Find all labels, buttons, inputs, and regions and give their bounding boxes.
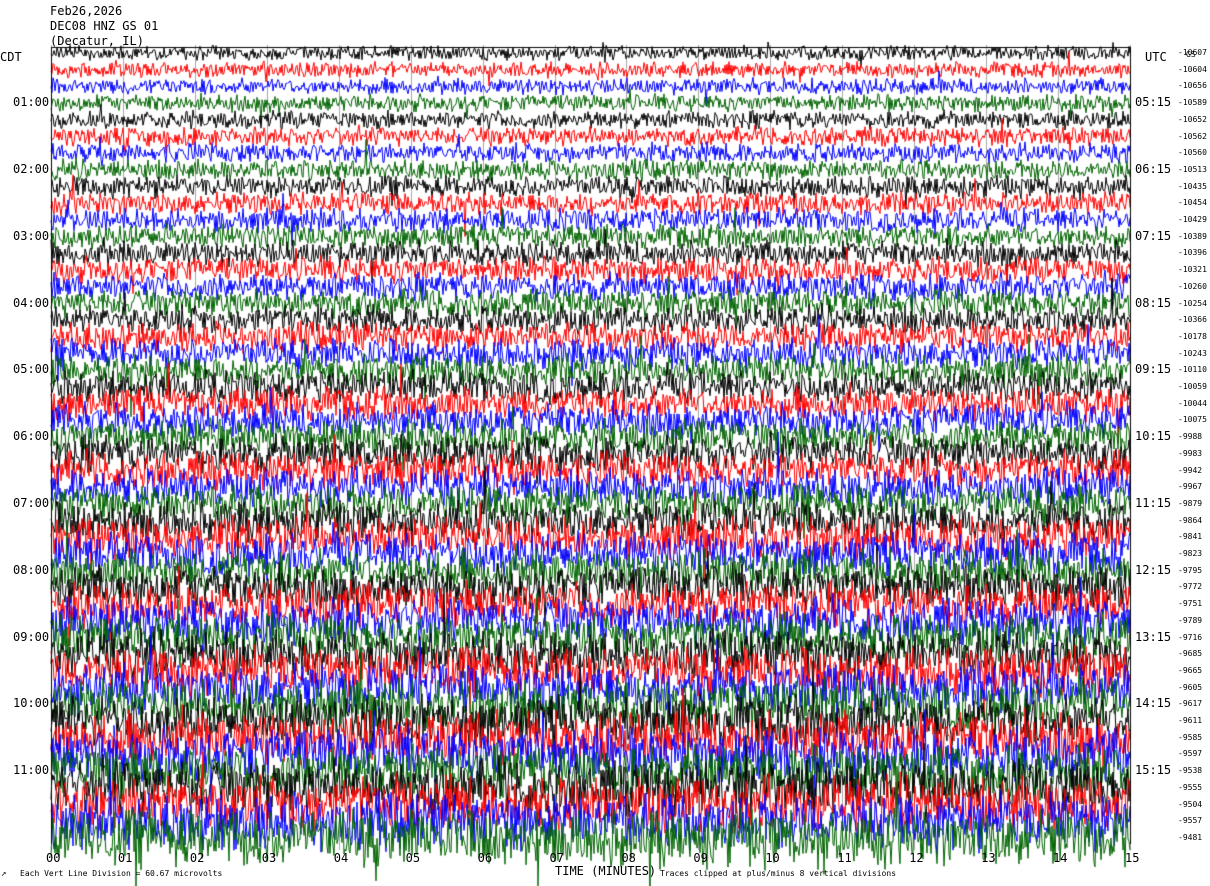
trace-offset-label: -10254 bbox=[1178, 298, 1207, 308]
x-tick-label: 05 bbox=[405, 851, 421, 865]
cdt-hour-label: 11:00 bbox=[13, 763, 50, 778]
trace-offset-label: -10589 bbox=[1178, 98, 1207, 108]
trace-offset-label: -10059 bbox=[1178, 382, 1207, 392]
cdt-hour-label: 09:00 bbox=[13, 629, 50, 644]
trace-offset-label: -9611 bbox=[1178, 716, 1203, 726]
cdt-axis-label: CDT bbox=[0, 50, 22, 64]
x-tick-label: 01 bbox=[117, 851, 133, 865]
seismogram-traces bbox=[0, 0, 1210, 886]
trace-offset-label: -10513 bbox=[1178, 164, 1207, 174]
trace-offset-label: -9942 bbox=[1178, 465, 1203, 475]
utc-hour-label: 12:15 bbox=[1135, 562, 1172, 577]
trace-offset-label: -10652 bbox=[1178, 114, 1207, 124]
trace-offset-label: -9795 bbox=[1178, 565, 1203, 575]
trace-offset-label: -10656 bbox=[1178, 81, 1207, 91]
header-date: Feb26,2026 bbox=[50, 4, 123, 18]
cdt-hour-label: 08:00 bbox=[13, 562, 50, 577]
x-tick-label: 15 bbox=[1125, 851, 1140, 865]
trace-offset-label: -9504 bbox=[1178, 799, 1203, 809]
x-tick-label: 13 bbox=[981, 851, 996, 865]
trace-offset-label: -10366 bbox=[1178, 315, 1207, 325]
x-tick-label: 14 bbox=[1053, 851, 1068, 865]
cdt-hour-label: 01:00 bbox=[13, 95, 50, 110]
trace-offset-label: -9585 bbox=[1178, 732, 1203, 742]
utc-hour-label: 08:15 bbox=[1135, 295, 1172, 310]
header-location: (Decatur, IL) bbox=[50, 34, 144, 48]
trace-offset-label: -9879 bbox=[1178, 498, 1203, 508]
clip-note: Traces clipped at plus/minus 8 vertical … bbox=[660, 869, 897, 878]
trace-offset-label: -9988 bbox=[1178, 432, 1203, 442]
trace-offset-label: -9685 bbox=[1178, 649, 1203, 659]
trace-offset-label: -10075 bbox=[1178, 415, 1207, 425]
cdt-hour-label: 05:00 bbox=[13, 362, 50, 377]
trace-offset-label: -9597 bbox=[1178, 749, 1203, 759]
x-tick-label: 10 bbox=[765, 851, 780, 865]
cdt-hour-label: 07:00 bbox=[13, 495, 50, 510]
trace-offset-label: -9538 bbox=[1178, 766, 1203, 776]
trace-offset-label: -10607 bbox=[1178, 48, 1207, 57]
x-tick-label: 07 bbox=[549, 851, 564, 865]
x-tick-label: 00 bbox=[46, 851, 61, 865]
trace-offset-label: -10321 bbox=[1178, 265, 1207, 275]
x-tick-label: 02 bbox=[189, 851, 205, 865]
trace-offset-label: -9617 bbox=[1178, 699, 1203, 709]
trace-offset-label: -9716 bbox=[1178, 632, 1203, 642]
trace-offset-label: -9665 bbox=[1178, 665, 1203, 675]
cdt-hour-label: 10:00 bbox=[13, 696, 50, 711]
trace-offset-label: -9751 bbox=[1178, 599, 1203, 609]
trace-offset-label: -10604 bbox=[1178, 64, 1207, 74]
trace-offset-label: -9967 bbox=[1178, 482, 1203, 492]
utc-hour-label: 11:15 bbox=[1135, 495, 1172, 510]
trace-offset-label: -10243 bbox=[1178, 348, 1207, 358]
trace-offset-label: -10435 bbox=[1178, 181, 1207, 191]
utc-hour-label: 05:15 bbox=[1135, 95, 1172, 110]
corner-arrow-icon: ↗ bbox=[1, 869, 7, 879]
x-tick-label: 09 bbox=[693, 851, 708, 865]
trace-offset-label: -10429 bbox=[1178, 215, 1207, 225]
cdt-hour-label: 02:00 bbox=[13, 161, 50, 176]
scale-note: Each Vert Line Division = 60.67 microvol… bbox=[20, 869, 223, 878]
trace-offset-label: -10396 bbox=[1178, 248, 1207, 258]
utc-axis-label: UTC bbox=[1145, 50, 1167, 64]
trace-offset-label: -10562 bbox=[1178, 131, 1207, 141]
trace-offset-label: -9789 bbox=[1178, 615, 1203, 625]
trace-offset-label: -9605 bbox=[1178, 682, 1203, 692]
trace-offset-label: -9841 bbox=[1178, 532, 1203, 542]
x-tick-label: 06 bbox=[477, 851, 493, 865]
cdt-hour-label: 03:00 bbox=[13, 228, 50, 243]
utc-hour-label: 06:15 bbox=[1135, 161, 1172, 176]
cdt-hour-label: 04:00 bbox=[13, 295, 50, 310]
x-tick-label: 11 bbox=[837, 851, 852, 865]
utc-hour-label: 07:15 bbox=[1135, 228, 1172, 243]
trace-offset-label: -9772 bbox=[1178, 582, 1203, 592]
trace-offset-label: -9823 bbox=[1178, 549, 1203, 559]
x-tick-label: 08 bbox=[621, 851, 636, 865]
trace-offset-label: -10389 bbox=[1178, 231, 1207, 241]
x-axis-title: TIME (MINUTES) bbox=[555, 864, 657, 878]
trace-offset-label: -9555 bbox=[1178, 782, 1203, 792]
trace-offset-label: -10044 bbox=[1178, 398, 1207, 408]
header-station: DEC08 HNZ GS 01 bbox=[50, 19, 159, 33]
utc-hour-label: 14:15 bbox=[1135, 696, 1172, 711]
trace-offset-label: -10454 bbox=[1178, 198, 1207, 208]
trace-offset-label: -10178 bbox=[1178, 331, 1207, 341]
x-tick-label: 03 bbox=[261, 851, 277, 865]
trace-offset-label: -10260 bbox=[1178, 281, 1207, 291]
cdt-hour-label: 06:00 bbox=[13, 429, 50, 444]
trace-offset-label: -9481 bbox=[1178, 833, 1203, 842]
utc-hour-label: 13:15 bbox=[1135, 629, 1172, 644]
x-tick-label: 12 bbox=[909, 851, 924, 865]
x-tick-label: 04 bbox=[333, 851, 349, 865]
utc-hour-label: 09:15 bbox=[1135, 362, 1172, 377]
trace-offset-label: -9864 bbox=[1178, 515, 1203, 525]
utc-hour-label: 10:15 bbox=[1135, 429, 1172, 444]
trace-offset-label: -10560 bbox=[1178, 148, 1207, 158]
trace-offset-label: -9557 bbox=[1178, 816, 1203, 826]
trace-offset-label: -9983 bbox=[1178, 448, 1203, 458]
trace-offset-label: -10110 bbox=[1178, 365, 1207, 375]
utc-hour-label: 15:15 bbox=[1135, 763, 1172, 778]
